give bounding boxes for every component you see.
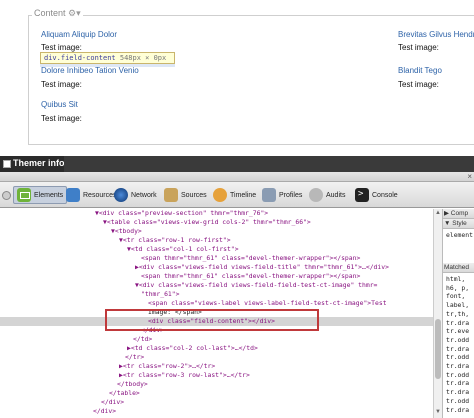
console-icon: [355, 188, 369, 202]
matched-rule-selector[interactable]: font,: [446, 292, 465, 301]
dom-node[interactable]: ▼<tbody>: [0, 227, 433, 236]
dom-node[interactable]: </div>: [0, 407, 433, 416]
node-link-1[interactable]: Aliquam Aliquip Dolor: [41, 30, 117, 39]
sources-icon: [164, 188, 178, 202]
themer-info-strip: [64, 156, 474, 172]
test-image-label-1: Test image:: [41, 43, 82, 52]
gear-icon[interactable]: ⚙▾: [68, 8, 81, 18]
tab-network-label: Network: [131, 191, 157, 199]
tab-sources[interactable]: Sources: [164, 186, 207, 204]
inspect-tooltip: div.field-content 548px × 0px: [40, 52, 175, 64]
matched-rule-selector[interactable]: label,: [446, 301, 469, 310]
selected-node-annotation: [105, 309, 319, 331]
matched-rule-selector[interactable]: tr.odd: [446, 397, 469, 406]
themer-icon: [3, 160, 11, 168]
matched-rule-selector[interactable]: tr.dra: [446, 388, 469, 397]
dom-node[interactable]: ▶<td class="col-2 col-last">…</td>: [0, 344, 433, 353]
matched-rule-selector[interactable]: tr.dra: [446, 379, 469, 388]
content-legend-label: Content: [34, 8, 66, 18]
devtools-resize-bar[interactable]: ×: [0, 172, 474, 182]
tooltip-dimensions: 548px × 0px: [119, 54, 167, 62]
tab-timeline-label: Timeline: [230, 191, 257, 199]
dom-node[interactable]: ▼<table class="views-view-grid cols-2" t…: [0, 218, 433, 227]
tab-elements[interactable]: Elements: [13, 186, 68, 204]
dom-node[interactable]: ▶<tr class="row-3 row-last">…</tr>: [0, 371, 433, 380]
element-style-label[interactable]: element: [446, 231, 473, 240]
node-link-5[interactable]: Blandit Tego: [398, 66, 442, 75]
undock-icon: [2, 190, 11, 200]
matched-rule-selector[interactable]: html,: [446, 275, 465, 284]
tab-console-label: Console: [372, 191, 398, 199]
content-legend: Content ⚙▾: [32, 8, 83, 19]
matched-rule-selector[interactable]: tr.dra: [446, 362, 469, 371]
styles-sidebar: ▶ Comp ▼ Style element Matched html, h6, …: [442, 209, 474, 418]
tab-profiles-label: Profiles: [279, 191, 303, 199]
dom-node[interactable]: </table>: [0, 389, 433, 398]
styles-header[interactable]: ▼ Style: [443, 219, 474, 229]
matched-rule-selector[interactable]: tr.eve: [446, 327, 469, 336]
node-link-2[interactable]: Dolore Inhibeo Tation Venio: [41, 66, 139, 75]
matched-rule-selector[interactable]: tr.dra: [446, 406, 469, 415]
matched-rule-selector[interactable]: tr.odd: [446, 371, 469, 380]
dom-node[interactable]: <span thmr="thmr_61" class="devel-themer…: [0, 272, 433, 281]
tab-resources[interactable]: Resources: [66, 186, 116, 204]
profiles-icon: [262, 188, 276, 202]
matched-rule-selector[interactable]: tr,th,: [446, 310, 469, 319]
scroll-down-icon[interactable]: ▼: [435, 409, 441, 415]
tab-audits[interactable]: Audits: [309, 186, 345, 204]
dom-node[interactable]: ▼<tr class="row-1 row-first">: [0, 236, 433, 245]
matched-rule-selector[interactable]: tr.dra: [446, 345, 469, 354]
dom-node[interactable]: ▶<div class="views-field views-field-tit…: [0, 263, 433, 272]
computed-style-header[interactable]: ▶ Comp: [443, 209, 474, 219]
matched-rule-selector[interactable]: tr.dra: [446, 319, 469, 328]
devtools-panel: × Elements Resources Network Sources Tim…: [0, 172, 474, 418]
dom-node: "thmr_61">: [141, 290, 180, 298]
scroll-thumb[interactable]: [435, 319, 441, 379]
tab-console[interactable]: Console: [355, 186, 398, 204]
node-link-3[interactable]: Quibus Sit: [41, 100, 78, 109]
tab-audits-label: Audits: [326, 191, 346, 199]
themer-info-bar[interactable]: Themer info: [0, 156, 474, 172]
tab-network[interactable]: Network: [114, 186, 157, 204]
dom-node[interactable]: </div>: [0, 398, 433, 407]
matched-rule-selector[interactable]: h6, p,: [446, 284, 469, 293]
dom-node[interactable]: </tbody>: [0, 380, 433, 389]
dom-node[interactable]: ▼<div class="views-field views-field-fie…: [0, 281, 433, 290]
tab-resources-label: Resources: [83, 191, 117, 199]
audits-icon: [309, 188, 323, 202]
timeline-icon: [213, 188, 227, 202]
dom-node[interactable]: <span class="views-label views-label-fie…: [0, 299, 433, 308]
test-image-label-3: Test image:: [41, 114, 82, 123]
page-preview: Content ⚙▾ Aliquam Aliquip Dolor Test im…: [0, 0, 474, 152]
devtools-toolbar: Elements Resources Network Sources Timel…: [0, 182, 474, 208]
dom-tree[interactable]: ▼<div class="preview-section" thmr="thmr…: [0, 209, 433, 418]
dom-node[interactable]: ▼<div class="preview-section" thmr="thmr…: [0, 209, 433, 218]
themer-info-title[interactable]: Themer info: [13, 158, 65, 168]
tab-profiles[interactable]: Profiles: [262, 186, 302, 204]
test-image-label-4: Test image:: [398, 43, 439, 52]
dom-tree-scrollbar[interactable]: ▲ ▼: [433, 209, 442, 418]
test-image-label-2: Test image:: [41, 80, 82, 89]
scroll-up-icon[interactable]: ▲: [435, 210, 441, 216]
dom-node[interactable]: </td>: [0, 335, 433, 344]
tab-timeline[interactable]: Timeline: [213, 186, 256, 204]
dom-node[interactable]: </tr>: [0, 353, 433, 362]
matched-rule-selector[interactable]: tr.odd: [446, 353, 469, 362]
tab-elements-label: Elements: [34, 191, 64, 199]
dom-node[interactable]: ▼<td class="col-1 col-first">: [0, 245, 433, 254]
resources-icon: [66, 188, 80, 202]
elements-icon: [17, 188, 31, 202]
dom-node[interactable]: <span thmr="thmr_61" class="devel-themer…: [0, 254, 433, 263]
node-link-4[interactable]: Brevitas Gilvus Hendr: [398, 30, 474, 39]
close-icon[interactable]: ×: [467, 172, 472, 181]
tooltip-tag: div.field-content: [44, 54, 116, 62]
matched-rule-selector[interactable]: tr.odd: [446, 336, 469, 345]
dom-node[interactable]: ▶<tr class="row-2">…</tr>: [0, 362, 433, 371]
tab-sources-label: Sources: [181, 191, 207, 199]
network-icon: [114, 188, 128, 202]
test-image-label-5: Test image:: [398, 80, 439, 89]
matched-rules-header[interactable]: Matched: [443, 263, 474, 273]
